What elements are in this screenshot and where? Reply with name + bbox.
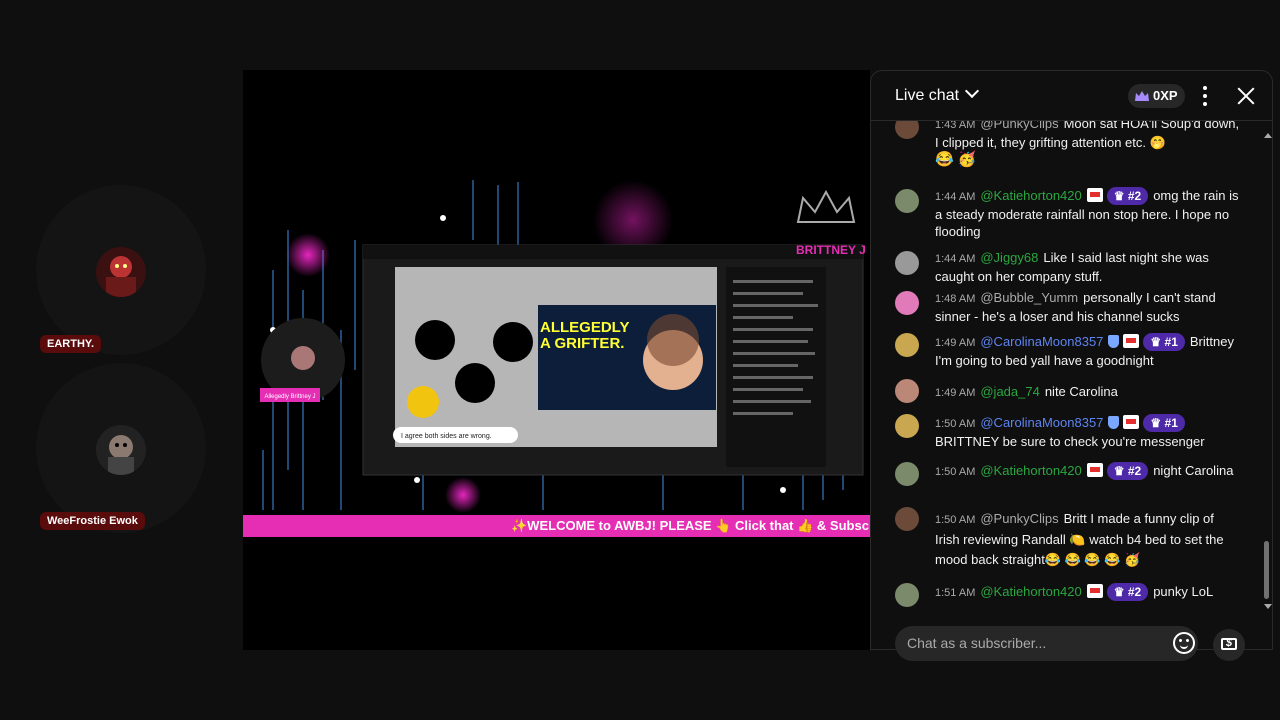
message-author[interactable]: @PunkyClips bbox=[980, 121, 1058, 131]
message-text: nite Carolina bbox=[1044, 384, 1118, 399]
avatar bbox=[895, 121, 919, 139]
avatar bbox=[895, 291, 919, 315]
rank-badge: ♛ #2 bbox=[1106, 583, 1149, 601]
live-chat-panel: Live chat 0XP 1:43 AM @PunkyClips Moon sat… bbox=[870, 70, 1273, 661]
participant-earthy[interactable] bbox=[36, 185, 206, 355]
message-time: 1:43 AM bbox=[935, 121, 976, 131]
message-author[interactable]: @jada_74 bbox=[980, 384, 1039, 399]
message-text: Britt I made a funny clip of Irish revie… bbox=[935, 511, 1224, 567]
participant-name: EARTHY. bbox=[40, 335, 102, 353]
inner-caption: I agree both sides are wrong. bbox=[401, 433, 492, 440]
emoji-picker-icon[interactable] bbox=[1173, 632, 1195, 654]
participant-name: WeeFrostie Ewok bbox=[40, 512, 145, 530]
chat-input[interactable]: Chat as a subscriber... bbox=[895, 626, 1198, 661]
rank-badge: ♛ #2 bbox=[1106, 187, 1149, 205]
chat-input-placeholder: Chat as a subscriber... bbox=[907, 635, 1047, 651]
more-options-icon[interactable] bbox=[1198, 86, 1212, 106]
message-time: 1:44 AM bbox=[935, 253, 976, 265]
brand-text: BRITTNEY J bbox=[796, 243, 866, 257]
welcome-ticker: ✨WELCOME to AWBJ! PLEASE 👆 Click that 👍 … bbox=[243, 515, 870, 537]
chat-scrollbar[interactable] bbox=[1264, 541, 1269, 599]
svg-text:ALLEGEDLY: ALLEGEDLY bbox=[540, 319, 629, 336]
member-badge-icon bbox=[1086, 584, 1103, 598]
message-time: 1:48 AM bbox=[935, 293, 976, 305]
chat-mode-dropdown[interactable]: Live chat bbox=[895, 83, 980, 105]
scroll-up-arrow-icon[interactable] bbox=[1264, 133, 1272, 138]
avatar bbox=[96, 247, 146, 297]
avatar bbox=[895, 507, 919, 531]
message-time: 1:49 AM bbox=[935, 387, 976, 399]
svg-text:A GRIFTER.: A GRIFTER. bbox=[540, 335, 624, 352]
message-author[interactable]: @Jiggy68 bbox=[980, 250, 1038, 265]
close-icon[interactable] bbox=[1235, 85, 1257, 107]
message-author[interactable]: @Katiehorton420 bbox=[980, 584, 1081, 599]
message-author[interactable]: @Bubble_Yumm bbox=[980, 290, 1078, 305]
moderator-shield-icon bbox=[1108, 335, 1120, 348]
message-text: Like I said last night she was caught on… bbox=[935, 250, 1209, 284]
message-time: 1:50 AM bbox=[935, 514, 976, 526]
message-text: night Carolina bbox=[1153, 463, 1234, 478]
moderator-shield-icon bbox=[1108, 416, 1120, 429]
chevron-down-icon bbox=[964, 83, 980, 99]
message-time: 1:44 AM bbox=[935, 191, 976, 203]
member-badge-icon bbox=[1123, 415, 1140, 429]
avatar bbox=[895, 189, 919, 213]
xp-value: 0XP bbox=[1153, 88, 1178, 103]
chat-header: Live chat 0XP bbox=[871, 71, 1272, 121]
member-badge-icon bbox=[1123, 334, 1140, 348]
xp-button[interactable]: 0XP bbox=[1128, 84, 1185, 108]
chat-messages: 1:43 AM @PunkyClips Moon sat HOA'll Soup'd… bbox=[871, 121, 1264, 611]
message-text: BRITTNEY be sure to check you're messeng… bbox=[935, 434, 1205, 449]
message-author[interactable]: @PunkyClips bbox=[980, 511, 1058, 526]
message-time: 1:49 AM bbox=[935, 337, 976, 349]
ticker-text: ✨WELCOME to AWBJ! PLEASE 👆 Click that 👍 … bbox=[511, 518, 869, 533]
inner-tag: Allegedly Brittney J bbox=[264, 394, 315, 400]
avatar bbox=[96, 425, 146, 475]
scroll-down-arrow-icon[interactable] bbox=[1264, 604, 1272, 609]
super-chat-button[interactable] bbox=[1213, 629, 1245, 661]
message-extra: 😂 🥳 bbox=[935, 151, 977, 168]
avatar bbox=[895, 462, 919, 486]
avatar bbox=[895, 333, 919, 357]
rank-badge: ♛ #1 bbox=[1143, 414, 1185, 432]
chat-title: Live chat bbox=[895, 87, 960, 104]
avatar bbox=[895, 583, 919, 607]
crown-icon bbox=[1135, 91, 1149, 101]
rank-badge: ♛ #2 bbox=[1106, 462, 1149, 480]
message-author[interactable]: @Katiehorton420 bbox=[980, 188, 1081, 203]
money-icon bbox=[1221, 637, 1237, 650]
member-badge-icon bbox=[1086, 463, 1103, 477]
participant-weefrostie[interactable] bbox=[36, 363, 206, 533]
member-badge-icon bbox=[1086, 188, 1103, 202]
avatar bbox=[895, 251, 919, 275]
video-player[interactable]: Allegedly Brittney J ALLEGEDLY A GRIFTER… bbox=[243, 70, 870, 650]
stream-scene: Allegedly Brittney J ALLEGEDLY A GRIFTER… bbox=[243, 70, 870, 515]
message-author[interactable]: @CarolinaMoon8357 bbox=[980, 415, 1103, 430]
message-time: 1:50 AM bbox=[935, 466, 976, 478]
message-time: 1:50 AM bbox=[935, 418, 976, 430]
message-author[interactable]: @Katiehorton420 bbox=[980, 463, 1081, 478]
avatar bbox=[895, 414, 919, 438]
avatar bbox=[895, 379, 919, 403]
message-text: punky LoL bbox=[1153, 584, 1214, 599]
message-author[interactable]: @CarolinaMoon8357 bbox=[980, 334, 1103, 349]
message-time: 1:51 AM bbox=[935, 587, 976, 599]
rank-badge: ♛ #1 bbox=[1143, 333, 1185, 351]
